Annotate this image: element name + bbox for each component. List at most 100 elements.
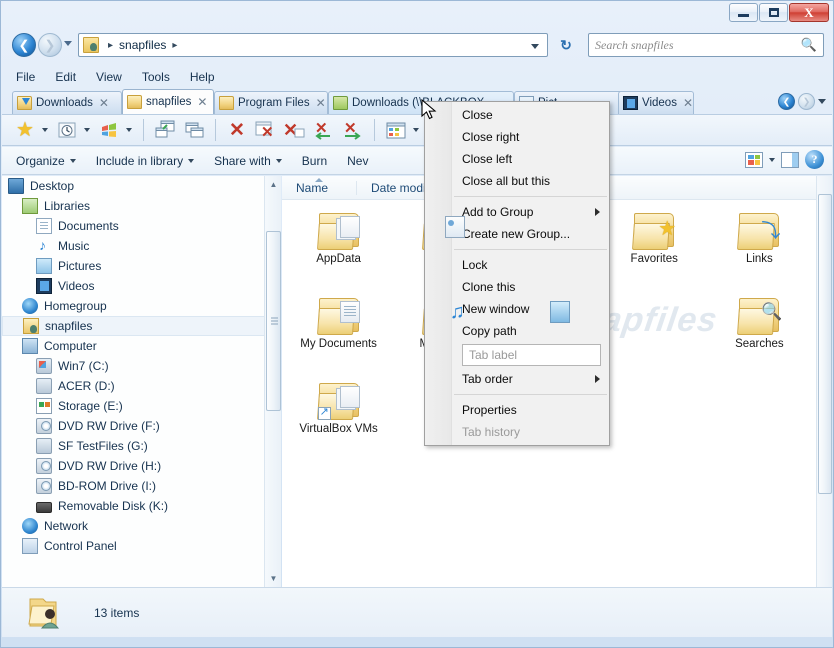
chevron-down-icon[interactable]: [42, 128, 48, 132]
chevron-down-icon[interactable]: [126, 128, 132, 132]
menu-item-clone-this[interactable]: Clone this: [425, 276, 609, 298]
nav-item-acer-d[interactable]: ACER (D:): [2, 376, 266, 396]
status-text: 13 items: [94, 605, 140, 620]
tab-close-icon[interactable]: ✕: [97, 96, 109, 110]
file-item[interactable]: My Documents: [286, 291, 391, 376]
close-button[interactable]: X: [789, 3, 829, 22]
search-input[interactable]: Search snapfiles: [595, 38, 801, 53]
navigation-pane[interactable]: Desktop Libraries Documents Music Pictures Vi…: [2, 176, 266, 587]
nav-item-sf-testfiles-g[interactable]: SF TestFiles (G:): [2, 436, 266, 456]
menu-file[interactable]: File: [16, 70, 35, 84]
nav-item-videos[interactable]: Videos: [2, 276, 266, 296]
preview-pane-icon[interactable]: [781, 151, 799, 168]
navigation-scrollbar[interactable]: ▲ ▼: [264, 176, 281, 587]
nav-item-removable-disk-k[interactable]: Removable Disk (K:): [2, 496, 266, 516]
scroll-up-icon[interactable]: ▲: [265, 176, 282, 193]
menu-item-close-all-but-this[interactable]: Close all but this: [425, 170, 609, 192]
file-item[interactable]: Links: [707, 206, 812, 291]
views-icon[interactable]: [745, 151, 763, 168]
scroll-down-icon[interactable]: ▼: [265, 570, 282, 587]
nav-item-bd-rom-drive-i[interactable]: BD-ROM Drive (I:): [2, 476, 266, 496]
windows-flag-icon[interactable]: [96, 117, 122, 143]
menu-item-close-right[interactable]: Close right: [425, 126, 609, 148]
history-clock-icon[interactable]: [54, 117, 80, 143]
history-dropdown-icon[interactable]: [64, 41, 72, 46]
back-button[interactable]: ❮: [12, 33, 36, 57]
nav-item-music[interactable]: Music: [2, 236, 266, 256]
close-right-tabs-icon[interactable]: ✕: [340, 117, 366, 143]
breadcrumb-item-snapfiles[interactable]: snapfiles: [119, 38, 166, 52]
tab-videos[interactable]: Videos ✕: [618, 91, 694, 114]
organize-button[interactable]: Organize: [16, 154, 76, 168]
tab-context-menu[interactable]: Close Close right Close left Close all but …: [424, 101, 610, 446]
file-item[interactable]: VirtualBox VMs: [286, 376, 391, 461]
new-folder-button[interactable]: Nev: [347, 154, 368, 168]
menu-item-tab-order[interactable]: Tab order: [425, 368, 609, 390]
column-header-date-modified[interactable]: Date modi: [357, 181, 426, 195]
menu-help[interactable]: Help: [190, 70, 215, 84]
file-item[interactable]: AppData: [286, 206, 391, 291]
nav-item-storage-e[interactable]: Storage (E:): [2, 396, 266, 416]
tab-snapfiles[interactable]: snapfiles ✕: [122, 89, 214, 114]
chevron-down-icon[interactable]: [84, 128, 90, 132]
tab-program-files[interactable]: Program Files ✕: [214, 91, 328, 114]
new-tab-icon[interactable]: [152, 117, 178, 143]
minimize-button[interactable]: [729, 3, 758, 22]
file-item[interactable]: Favorites: [602, 206, 707, 291]
chevron-down-icon[interactable]: [818, 99, 826, 104]
menu-item-properties[interactable]: Properties: [425, 399, 609, 421]
search-box[interactable]: Search snapfiles 🔍: [588, 33, 824, 57]
nav-item-win7-c[interactable]: Win7 (C:): [2, 356, 266, 376]
menu-view[interactable]: View: [96, 70, 122, 84]
nav-item-pictures[interactable]: Pictures: [2, 256, 266, 276]
share-with-button[interactable]: Share with: [214, 154, 282, 168]
content-scrollbar[interactable]: [816, 176, 832, 587]
chevron-down-icon[interactable]: [769, 157, 775, 162]
close-all-tabs-icon[interactable]: ✕: [282, 117, 308, 143]
close-window-icon[interactable]: ✕: [253, 117, 279, 143]
tab-forward-icon[interactable]: ❯: [798, 93, 815, 110]
nav-item-documents[interactable]: Documents: [2, 216, 266, 236]
close-tab-icon[interactable]: ✕: [224, 117, 250, 143]
menu-item-label: Copy path: [462, 324, 517, 338]
clone-tab-icon[interactable]: [181, 117, 207, 143]
refresh-button[interactable]: ↻: [554, 33, 578, 57]
tab-label-input[interactable]: Tab label: [462, 344, 601, 366]
address-breadcrumb-bar[interactable]: ▸ snapfiles ▸: [78, 33, 548, 57]
burn-button[interactable]: Burn: [302, 154, 327, 168]
nav-item-control-panel[interactable]: Control Panel: [2, 536, 266, 556]
tab-downloads[interactable]: Downloads ✕: [12, 91, 122, 114]
chevron-down-icon[interactable]: [413, 128, 419, 132]
nav-item-libraries[interactable]: Libraries: [2, 196, 266, 216]
nav-item-desktop[interactable]: Desktop: [2, 176, 266, 196]
menu-tools[interactable]: Tools: [142, 70, 170, 84]
nav-item-computer[interactable]: Computer: [2, 336, 266, 356]
forward-button[interactable]: ❯: [38, 33, 62, 57]
folder-files-icon: [316, 380, 361, 420]
nav-item-homegroup[interactable]: Homegroup: [2, 296, 266, 316]
maximize-button[interactable]: [759, 3, 788, 22]
views-icon[interactable]: [383, 117, 409, 143]
scrollbar-thumb[interactable]: [266, 231, 281, 411]
nav-item-network[interactable]: Network: [2, 516, 266, 536]
column-header-name[interactable]: Name: [282, 177, 356, 195]
menu-item-lock[interactable]: Lock: [425, 254, 609, 276]
menu-edit[interactable]: Edit: [55, 70, 76, 84]
include-in-library-button[interactable]: Include in library: [96, 154, 195, 168]
nav-item-dvd-rw-drive-f[interactable]: DVD RW Drive (F:): [2, 416, 266, 436]
favorites-star-icon[interactable]: ★: [12, 117, 38, 143]
menu-item-close-left[interactable]: Close left: [425, 148, 609, 170]
menu-item-close[interactable]: Close: [425, 104, 609, 126]
nav-item-dvd-rw-drive-h[interactable]: DVD RW Drive (H:): [2, 456, 266, 476]
help-icon[interactable]: ?: [805, 150, 824, 169]
close-left-tabs-icon[interactable]: ✕: [311, 117, 337, 143]
tab-close-icon[interactable]: ✕: [681, 96, 693, 110]
breadcrumb-separator-icon[interactable]: ▸: [172, 40, 177, 51]
nav-item-snapfiles[interactable]: snapfiles: [2, 316, 266, 336]
tab-back-icon[interactable]: ❮: [778, 93, 795, 110]
tab-close-icon[interactable]: ✕: [195, 95, 207, 109]
scrollbar-thumb[interactable]: [818, 194, 832, 494]
file-item[interactable]: Searches: [707, 291, 812, 376]
chevron-down-icon[interactable]: [531, 44, 539, 49]
tab-close-icon[interactable]: ✕: [314, 96, 326, 110]
